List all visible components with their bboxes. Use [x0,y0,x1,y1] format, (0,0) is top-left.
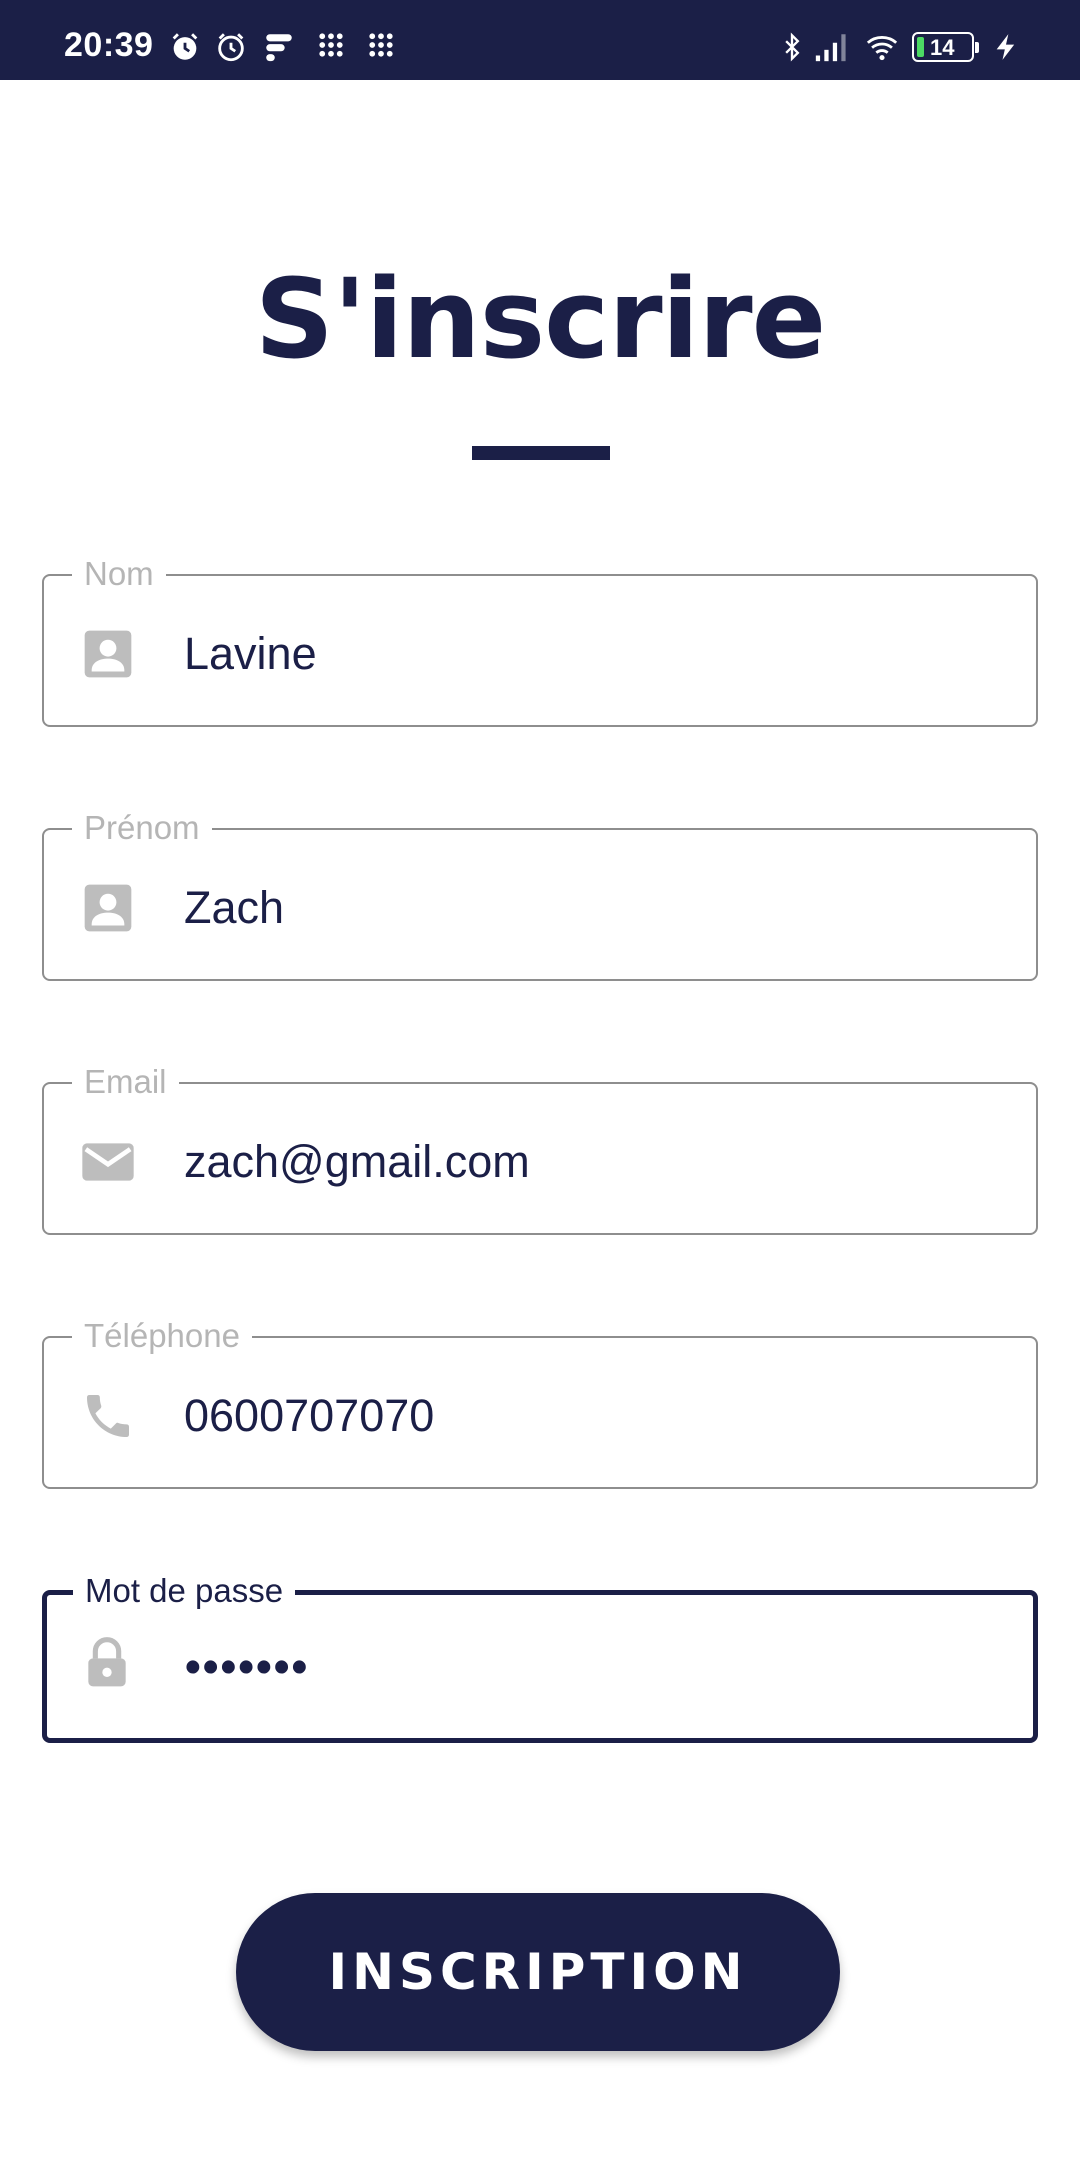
prenom-label: Prénom [72,808,212,848]
password-input[interactable]: ••••••• [185,1639,309,1695]
prenom-field[interactable]: Prénom Zach [42,808,1038,981]
nom-field[interactable]: Nom Lavine [42,554,1038,727]
email-input[interactable]: zach@gmail.com [184,1134,530,1190]
status-bar: 20:39 14 [0,0,1080,80]
person-icon [84,884,132,932]
wifi-icon [866,36,898,61]
password-label: Mot de passe [73,1571,296,1611]
phone-icon [87,1395,129,1437]
email-field[interactable]: Email zach@gmail.com [42,1062,1038,1235]
prenom-input[interactable]: Zach [184,880,284,936]
password-field[interactable]: Mot de passe ••••••• [42,1571,1038,1743]
nom-label: Nom [72,554,166,594]
telephone-label: Téléphone [72,1316,252,1356]
telephone-input[interactable]: 0600707070 [184,1388,434,1444]
person-icon [84,630,132,678]
battery-level: 14 [930,35,955,60]
nom-input[interactable]: Lavine [184,626,317,682]
inscription-button[interactable]: INSCRIPTION [236,1893,840,2051]
mail-icon [82,1143,134,1181]
lock-icon [88,1637,126,1687]
grid-icon [319,33,343,57]
status-time: 20:39 [64,26,154,64]
title-underline [472,446,610,460]
email-label: Email [72,1062,179,1102]
signal-icon [815,34,846,62]
app-notification-icon [266,34,292,62]
alarm-clock-icon [218,33,244,62]
page-title: S'inscrire [254,255,826,383]
alarm-icon [172,33,198,60]
charging-icon [996,34,1015,60]
grid-icon [369,33,393,57]
bluetooth-icon [785,32,800,62]
telephone-field[interactable]: Téléphone 0600707070 [42,1316,1038,1489]
battery-icon: 14 [912,32,979,62]
